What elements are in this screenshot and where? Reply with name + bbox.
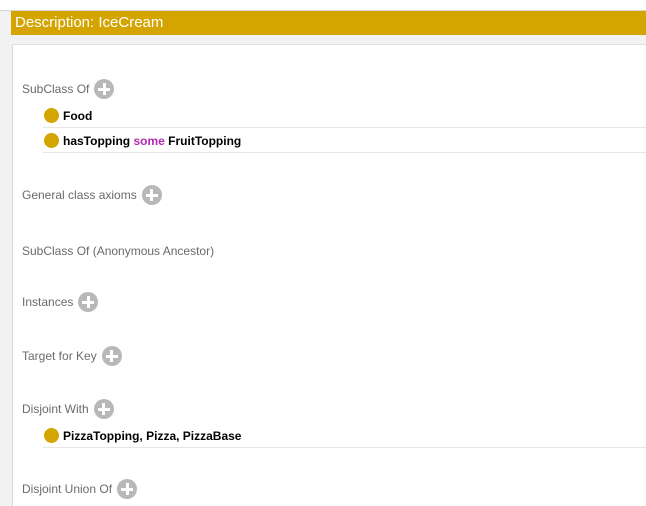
add-instance-button[interactable] <box>78 292 99 312</box>
section-label: Disjoint Union Of <box>22 482 113 496</box>
filler-class: FruitTopping <box>168 133 242 148</box>
add-subclass-of-button[interactable] <box>94 79 115 99</box>
description-view: Description: IceCream SubClass Of Food h… <box>0 0 646 506</box>
add-general-class-axiom-button[interactable] <box>141 185 162 205</box>
top-strip <box>0 0 646 11</box>
view-header: Description: IceCream <box>11 11 646 35</box>
section-target-for-key: Target for Key <box>22 346 122 366</box>
section-disjoint-with: Disjoint With <box>22 399 114 419</box>
section-label: SubClass Of (Anonymous Ancestor) <box>22 244 215 258</box>
section-label: Target for Key <box>22 349 97 363</box>
section-label: General class axioms <box>22 188 137 202</box>
section-general-class-axioms: General class axioms <box>22 185 162 205</box>
section-subclass-of: SubClass Of <box>22 79 115 99</box>
section-label: Disjoint With <box>22 402 89 416</box>
add-disjoint-union-of-button[interactable] <box>117 479 138 499</box>
add-disjoint-with-button[interactable] <box>93 399 114 419</box>
add-target-for-key-button[interactable] <box>101 346 122 366</box>
subclass-item-hastopping[interactable]: hasTopping some FruitTopping <box>43 129 646 153</box>
class-bullet-icon <box>44 133 59 148</box>
item-text: Food <box>63 108 93 123</box>
property-name: hasTopping <box>63 133 131 148</box>
section-label: SubClass Of <box>22 82 90 96</box>
section-label: Instances <box>22 295 74 309</box>
section-disjoint-union-of: Disjoint Union Of <box>22 479 138 499</box>
class-bullet-icon <box>44 108 59 123</box>
class-bullet-icon <box>44 428 59 443</box>
description-panel: SubClass Of Food hasTopping some FruitTo… <box>12 44 646 506</box>
subclass-item-food[interactable]: Food <box>43 104 646 128</box>
section-instances: Instances <box>22 292 99 312</box>
section-subclass-anonymous-ancestor: SubClass Of (Anonymous Ancestor) <box>22 241 214 261</box>
keyword-some: some <box>133 133 165 148</box>
disjoint-item[interactable]: PizzaTopping, Pizza, PizzaBase <box>43 424 646 448</box>
item-text: PizzaTopping, Pizza, PizzaBase <box>63 428 242 443</box>
